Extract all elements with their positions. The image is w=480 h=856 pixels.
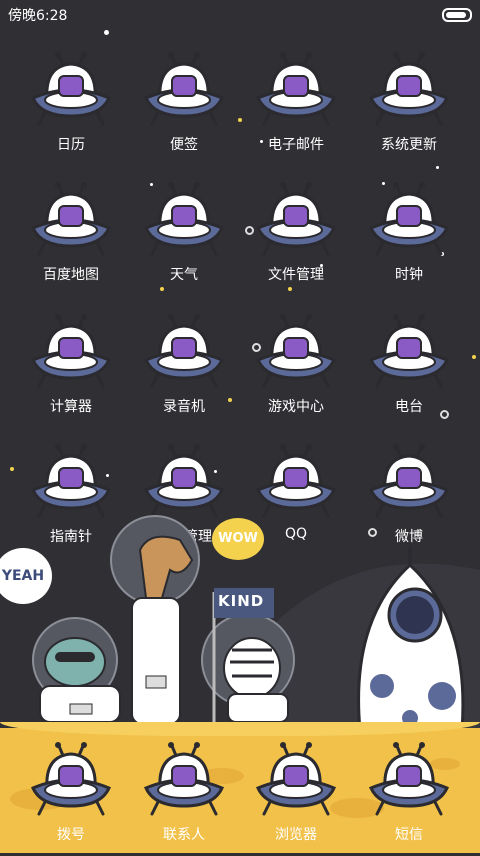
recorder-icon [144, 308, 224, 400]
app-clock[interactable]: 时钟 [354, 176, 464, 296]
alien-illustration [32, 617, 121, 723]
star [472, 355, 476, 359]
calendar-icon [31, 46, 111, 138]
app-calendar[interactable]: 日历 [16, 46, 126, 166]
app-label: 录音机 [163, 399, 205, 415]
app-label: 日历 [57, 137, 85, 153]
wallpaper-scene: YEAH WOW KIND [0, 500, 480, 740]
app-radio[interactable]: 电台 [354, 308, 464, 428]
app-game-center[interactable]: 游戏中心 [241, 308, 351, 428]
app-weather[interactable]: 天气 [129, 176, 239, 296]
email-icon [256, 46, 336, 138]
star [10, 467, 14, 471]
dock-contacts[interactable]: 联系人 [129, 736, 239, 856]
battery-icon [442, 8, 472, 22]
app-label: 便签 [170, 137, 198, 153]
app-label: 百度地图 [43, 267, 99, 283]
app-label: 天气 [170, 267, 198, 283]
clock-icon [369, 176, 449, 268]
flag-text: KIND [218, 592, 265, 610]
file-manager-icon [256, 176, 336, 268]
weather-icon [144, 176, 224, 268]
dock-browser[interactable]: 浏览器 [241, 736, 351, 856]
app-email[interactable]: 电子邮件 [241, 46, 351, 166]
app-label: 计算器 [50, 399, 92, 415]
calculator-icon [31, 308, 111, 400]
app-baidu-map[interactable]: 百度地图 [16, 176, 126, 296]
app-label: 时钟 [395, 267, 423, 283]
app-label: 电台 [395, 399, 423, 415]
radio-icon [369, 308, 449, 400]
wow-speech-bubble: WOW [212, 518, 264, 560]
baidu-map-icon [31, 176, 111, 268]
app-label: 浏览器 [275, 827, 317, 843]
app-recorder[interactable]: 录音机 [129, 308, 239, 428]
dock-phone[interactable]: 拨号 [16, 736, 126, 856]
status-time: 傍晚6:28 [8, 8, 68, 24]
battery-level [446, 12, 466, 18]
app-label: 游戏中心 [268, 399, 324, 415]
phone-icon [31, 736, 111, 828]
messages-icon [369, 736, 449, 828]
game-center-icon [256, 308, 336, 400]
star [436, 166, 439, 169]
contacts-icon [144, 736, 224, 828]
notes-icon [144, 46, 224, 138]
system-update-icon [369, 46, 449, 138]
app-label: 拨号 [57, 827, 85, 843]
status-bar: 傍晚6:28 [0, 0, 480, 28]
app-system-update[interactable]: 系统更新 [354, 46, 464, 166]
app-label: 短信 [395, 827, 423, 843]
app-file-manager[interactable]: 文件管理 [241, 176, 351, 296]
app-label: 联系人 [163, 827, 205, 843]
browser-icon [256, 736, 336, 828]
star [104, 30, 109, 35]
dock-messages[interactable]: 短信 [354, 736, 464, 856]
giraffe-illustration [110, 515, 200, 725]
app-notes[interactable]: 便签 [129, 46, 239, 166]
zebra-illustration [201, 613, 295, 723]
app-calculator[interactable]: 计算器 [16, 308, 126, 428]
app-label: 电子邮件 [268, 137, 324, 153]
app-label: 文件管理 [268, 267, 324, 283]
app-label: 系统更新 [381, 137, 437, 153]
